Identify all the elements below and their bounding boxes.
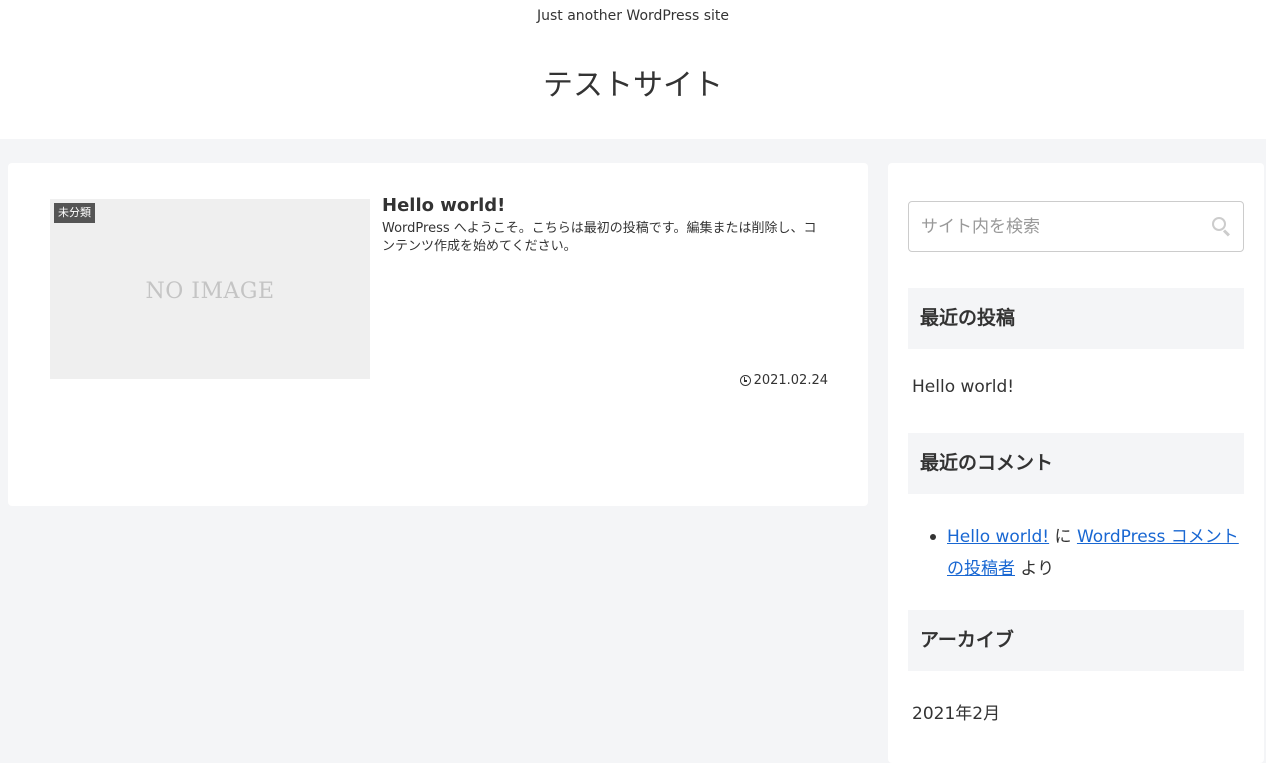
archive-link[interactable]: 2021年2月 <box>912 699 1000 724</box>
entry-thumbnail: NO IMAGE 未分類 <box>50 199 370 379</box>
list-bullet <box>930 534 936 540</box>
recent-posts-title: 最近の投稿 <box>908 288 1244 349</box>
comment-post-link[interactable]: Hello world! <box>947 527 1049 547</box>
entry-date-text: 2021.02.24 <box>753 373 828 388</box>
entry-card-link[interactable]: NO IMAGE 未分類 Hello world! WordPress へようこ… <box>50 195 828 389</box>
site-title-link[interactable]: テストサイト <box>0 60 1266 104</box>
archives-title: アーカイブ <box>908 610 1244 671</box>
no-image-placeholder: NO IMAGE <box>145 279 275 304</box>
recent-comment-item: Hello world! に WordPress コメントの投稿者 より <box>947 521 1247 585</box>
search-input[interactable] <box>909 202 1199 251</box>
site-tagline: Just another WordPress site <box>536 8 729 24</box>
comment-suffix: より <box>1015 559 1055 579</box>
entry-date: 2021.02.24 <box>739 373 828 388</box>
main-content: NO IMAGE 未分類 Hello world! WordPress へようこ… <box>8 163 868 506</box>
comment-connector: に <box>1049 527 1077 547</box>
sidebar: 最近の投稿 Hello world! 最近のコメント Hello world! … <box>888 163 1264 763</box>
entry-title: Hello world! <box>382 195 506 216</box>
site-header: Just another WordPress site テストサイト <box>0 0 1266 139</box>
entry-snippet: WordPress へようこそ。こちらは最初の投稿です。編集または削除し、コンテ… <box>382 221 817 254</box>
recent-post-link[interactable]: Hello world! <box>912 377 1014 397</box>
search-form <box>908 201 1244 252</box>
search-button[interactable] <box>1211 216 1233 238</box>
recent-comments-title: 最近のコメント <box>908 433 1244 494</box>
clock-icon <box>739 375 751 386</box>
category-label: 未分類 <box>54 203 95 223</box>
